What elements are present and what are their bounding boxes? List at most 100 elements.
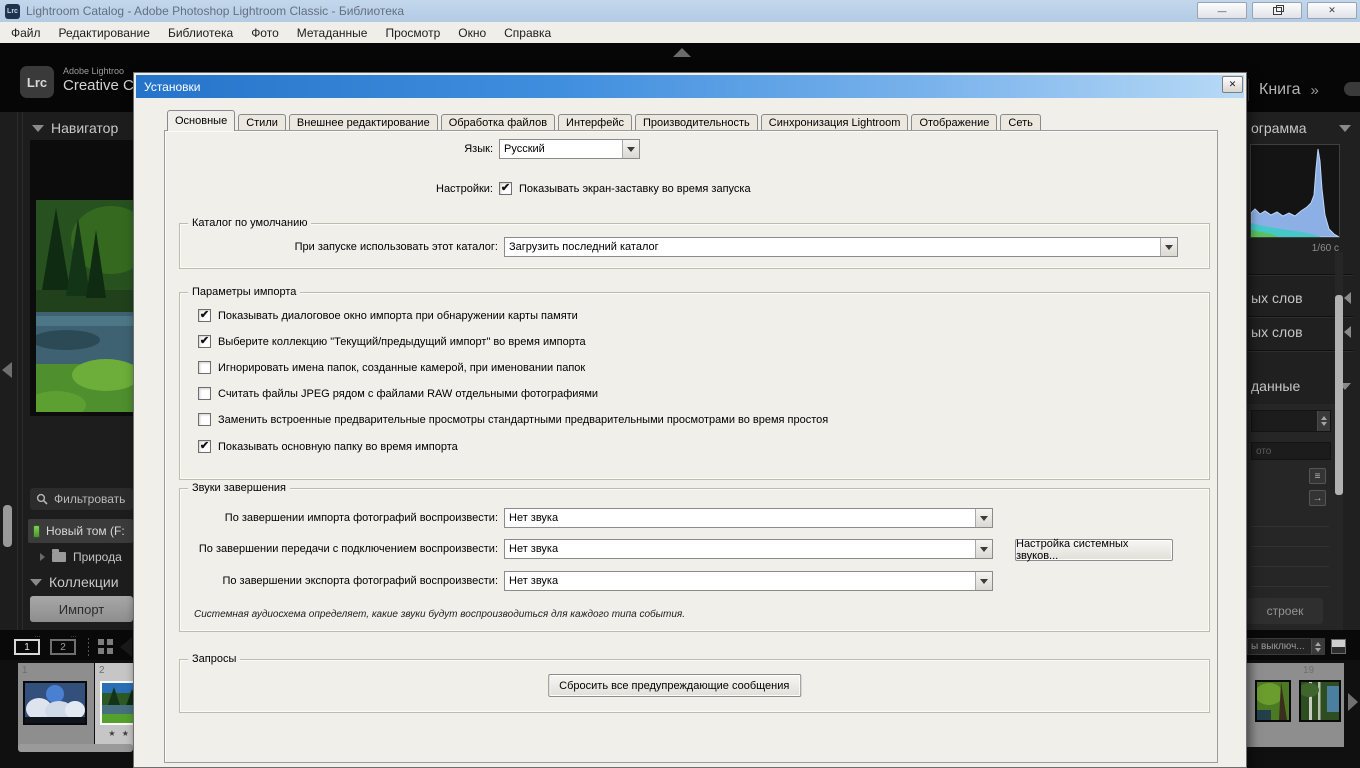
- startup-catalog-select[interactable]: Загрузить последний каталог: [504, 237, 1178, 257]
- go-arrow-icon[interactable]: →: [1309, 490, 1326, 506]
- filmstrip-right-cells[interactable]: 19: [1247, 663, 1344, 747]
- thumb-photo-forest: [1255, 680, 1291, 722]
- module-book[interactable]: Книга: [1259, 81, 1300, 99]
- dialog-titlebar[interactable]: Установки: [136, 75, 1244, 98]
- menu-view[interactable]: Просмотр: [376, 24, 449, 42]
- chevron-down-icon: [30, 578, 42, 586]
- module-picker: Книга »: [1248, 74, 1360, 106]
- filmstrip-thumb-1[interactable]: 1: [18, 663, 94, 747]
- dialog-title: Установки: [144, 79, 201, 94]
- import-option-6[interactable]: ✔ Показывать основную папку во время имп…: [198, 440, 458, 453]
- dropdown-arrow-icon[interactable]: [975, 540, 992, 558]
- grid-view-icon[interactable]: [98, 639, 113, 654]
- stepper-icon[interactable]: [1311, 639, 1324, 654]
- tab-lightroom-sync[interactable]: Синхронизация Lightroom: [760, 114, 909, 131]
- checkbox[interactable]: [198, 387, 211, 400]
- shutter-speed-label: 1/60 с: [1311, 243, 1339, 254]
- volume-row[interactable]: Новый том (F:: [28, 519, 133, 543]
- top-panel-collapse-icon[interactable]: [673, 48, 691, 57]
- left-panel-collapse-icon[interactable]: [2, 362, 12, 378]
- navigator-preview: [26, 140, 133, 419]
- system-sounds-button[interactable]: Настройка системных звуков...: [1015, 538, 1173, 562]
- chevron-down-icon: [1339, 124, 1351, 132]
- import-button[interactable]: Импорт: [30, 596, 133, 622]
- tab-external-editing[interactable]: Внешнее редактирование: [288, 114, 438, 131]
- tether-sound-select[interactable]: Нет звука: [504, 539, 993, 559]
- menu-edit[interactable]: Редактирование: [50, 24, 159, 42]
- reset-warnings-button[interactable]: Сбросить все предупреждающие сообщения: [547, 674, 801, 697]
- dropdown-arrow-icon[interactable]: [1160, 238, 1177, 256]
- import-option-3[interactable]: Игнорировать имена папок, созданные каме…: [198, 361, 585, 374]
- checkbox[interactable]: ✔: [198, 440, 211, 453]
- export-sound-select[interactable]: Нет звука: [504, 571, 993, 591]
- tab-presets[interactable]: Стили: [238, 114, 286, 131]
- group-title: Параметры импорта: [188, 286, 301, 298]
- prompts-group: Запросы Сбросить все предупреждающие соо…: [179, 653, 1210, 713]
- import-option-1[interactable]: ✔ Показывать диалоговое окно импорта при…: [198, 309, 578, 322]
- histogram-header[interactable]: ограмма: [1251, 120, 1351, 136]
- tab-general[interactable]: Основные: [167, 110, 236, 131]
- identity-plate: Lrc Adobe Lightroo Creative Cl: [20, 66, 143, 98]
- stepper-icon[interactable]: [1317, 411, 1330, 431]
- cloud-sync-icon[interactable]: [1344, 82, 1360, 96]
- dialog-tabs: Основные Стили Внешнее редактирование Об…: [167, 110, 1044, 131]
- volume-status-led: [33, 524, 40, 538]
- collections-header[interactable]: Коллекции: [30, 574, 119, 590]
- dropdown-arrow-icon[interactable]: [975, 509, 992, 527]
- filmstrip-hscrollbar[interactable]: [18, 744, 133, 752]
- filter-toggle-switch[interactable]: [1331, 639, 1346, 654]
- navigator-header[interactable]: Навигатор: [32, 120, 118, 136]
- filmstrip-filter-select[interactable]: ы выключ...: [1247, 638, 1325, 655]
- tab-network[interactable]: Сеть: [1000, 114, 1041, 131]
- restore-button[interactable]: [1252, 2, 1302, 19]
- dropdown-arrow-icon[interactable]: [622, 140, 639, 158]
- tab-display[interactable]: Отображение: [911, 114, 998, 131]
- dropdown-arrow-icon[interactable]: [975, 572, 992, 590]
- language-select[interactable]: Русский: [499, 139, 640, 159]
- import-sound-select[interactable]: Нет звука: [504, 508, 993, 528]
- list-icon[interactable]: ≡: [1309, 468, 1326, 484]
- right-scrollbar-thumb[interactable]: [1335, 295, 1343, 495]
- menu-help[interactable]: Справка: [495, 24, 560, 42]
- checkbox[interactable]: [198, 361, 211, 374]
- second-window-button[interactable]: 2: [50, 639, 76, 655]
- metadata-preset-field[interactable]: [1251, 410, 1331, 432]
- filter-box[interactable]: Фильтровать: [30, 488, 133, 510]
- import-option-4[interactable]: Считать файлы JPEG рядом с файлами RAW о…: [198, 387, 598, 400]
- menu-window[interactable]: Окно: [449, 24, 495, 42]
- disclosure-icon: [40, 553, 45, 561]
- brand-line2: Creative Cl: [63, 77, 138, 94]
- filmstrip-back-arrow-icon[interactable]: [120, 637, 132, 657]
- close-button[interactable]: ✕: [1307, 2, 1357, 19]
- menu-metadata[interactable]: Метаданные: [288, 24, 377, 42]
- checkbox[interactable]: ✔: [198, 309, 211, 322]
- minimize-button[interactable]: —: [1197, 2, 1247, 19]
- default-catalog-group: Каталог по умолчанию При запуске использ…: [179, 217, 1210, 269]
- module-overflow-chevron[interactable]: »: [1310, 82, 1318, 99]
- startup-catalog-label: При запуске использовать этот каталог:: [294, 241, 498, 253]
- dialog-close-button[interactable]: ✕: [1222, 76, 1243, 93]
- checkbox[interactable]: ✔: [198, 335, 211, 348]
- tab-interface[interactable]: Интерфейс: [558, 114, 632, 131]
- presets-button[interactable]: строек: [1247, 598, 1323, 624]
- menu-file[interactable]: Файл: [2, 24, 50, 42]
- filter-label: Фильтровать: [54, 492, 126, 506]
- tab-performance[interactable]: Производительность: [635, 114, 758, 131]
- splash-checkbox[interactable]: ✔: [499, 182, 512, 195]
- tab-file-handling[interactable]: Обработка файлов: [440, 114, 556, 131]
- folder-row-nature[interactable]: Природа: [40, 549, 122, 564]
- checkbox[interactable]: [198, 413, 211, 426]
- import-option-5[interactable]: Заменить встроенные предварительные прос…: [198, 413, 828, 426]
- left-panel: Навигатор Фильтровать Новый том (F: Прир…: [0, 112, 133, 630]
- left-panel-scroll-handle[interactable]: [3, 505, 12, 547]
- menu-photo[interactable]: Фото: [242, 24, 288, 42]
- navigator-photo[interactable]: [26, 200, 133, 419]
- volume-label: Новый том (F:: [46, 524, 125, 538]
- main-window-button[interactable]: 1: [14, 639, 40, 655]
- import-option-2[interactable]: ✔ Выберите коллекцию "Текущий/предыдущий…: [198, 335, 586, 348]
- metadata-photo-field[interactable]: ото: [1251, 442, 1331, 460]
- export-sound-label: По завершении экспорта фотографий воспро…: [222, 575, 498, 587]
- histogram[interactable]: [1250, 144, 1341, 238]
- menu-library[interactable]: Библиотека: [159, 24, 242, 42]
- filmstrip-next-arrow-icon[interactable]: [1348, 693, 1358, 711]
